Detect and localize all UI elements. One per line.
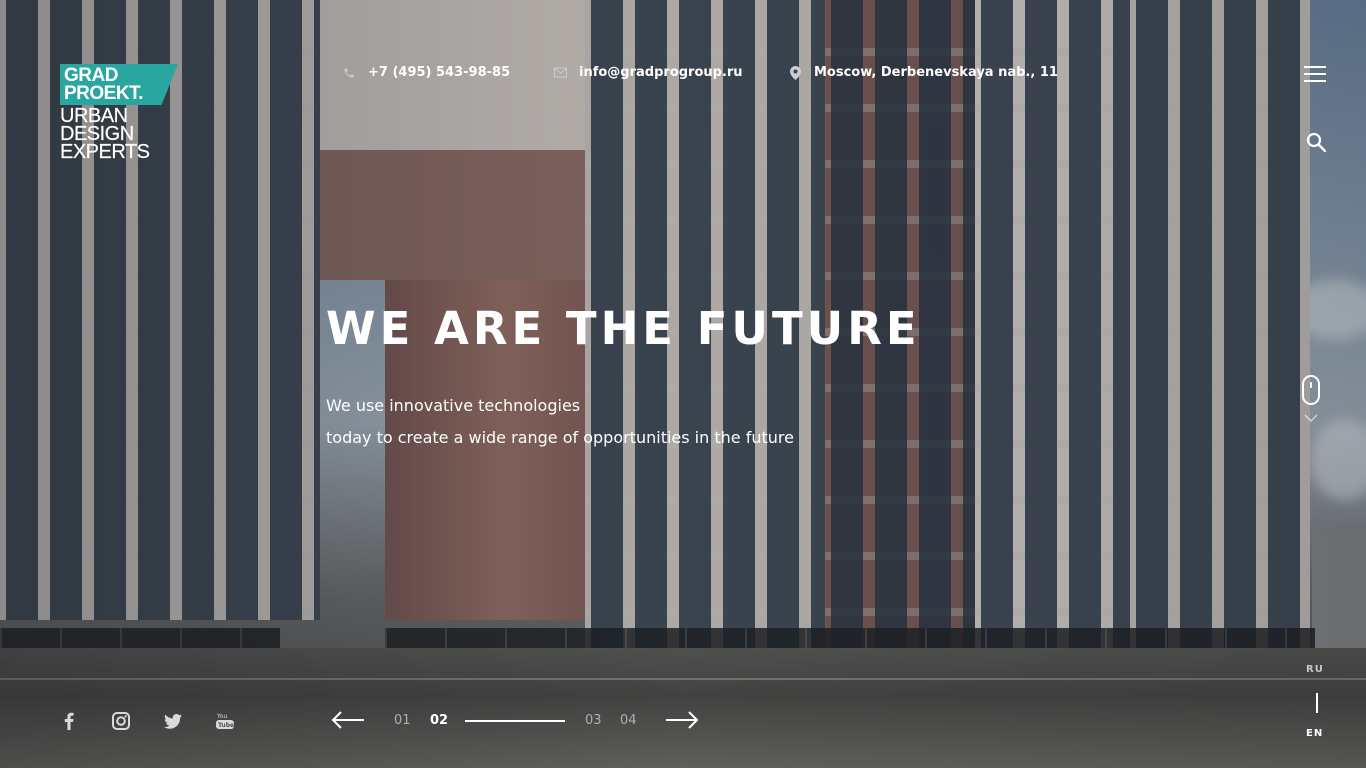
email-text: info@gradprogroup.ru	[579, 65, 743, 80]
address-contact[interactable]: Moscow, Derbenevskaya nab., 11	[788, 65, 1058, 80]
chevron-down-icon	[1304, 414, 1318, 423]
scroll-down-indicator[interactable]	[1302, 375, 1322, 435]
phone-icon	[342, 66, 356, 80]
instagram-icon[interactable]	[111, 711, 131, 731]
slide-3[interactable]: 03	[585, 713, 602, 728]
logo-tagline: URBAN DESIGN EXPERTS	[60, 106, 178, 163]
phone-contact[interactable]: +7 (495) 543-98-85	[342, 65, 510, 80]
location-pin-icon	[788, 65, 802, 80]
twitter-icon[interactable]	[163, 711, 183, 731]
slide-4[interactable]: 04	[620, 713, 637, 728]
svg-text:You: You	[216, 713, 228, 720]
mail-icon	[553, 66, 567, 80]
arrow-right-icon[interactable]	[665, 710, 699, 730]
logo-mark: GRAD PROEKT.	[60, 64, 178, 105]
slide-progress-bar	[465, 720, 565, 722]
language-divider	[1316, 693, 1318, 713]
hero-description: We use innovative technologies today to …	[326, 390, 794, 454]
search-icon[interactable]	[1306, 132, 1327, 153]
tagline-line3: EXPERTS	[60, 141, 150, 163]
facebook-icon[interactable]	[62, 711, 76, 731]
hero-title: WE ARE THE FUTURE	[326, 302, 921, 355]
language-ru[interactable]: RU	[1306, 664, 1324, 675]
slide-1[interactable]: 01	[394, 713, 411, 728]
slide-2[interactable]: 02	[430, 713, 448, 728]
address-text: Moscow, Derbenevskaya nab., 11	[814, 65, 1058, 80]
hero-text-line1: We use innovative technologies	[326, 396, 581, 415]
hero-text-line2: today to create a wide range of opportun…	[326, 428, 794, 447]
arrow-left-icon[interactable]	[331, 710, 365, 730]
phone-text: +7 (495) 543-98-85	[368, 65, 511, 80]
svg-text:Tube: Tube	[218, 722, 234, 729]
youtube-icon[interactable]: You Tube	[214, 711, 236, 731]
email-contact[interactable]: info@gradprogroup.ru	[553, 65, 743, 80]
mouse-scroll-icon	[1302, 375, 1320, 405]
site-logo[interactable]: GRAD PROEKT. URBAN DESIGN EXPERTS	[60, 64, 178, 163]
hamburger-menu-icon[interactable]	[1304, 66, 1326, 82]
logo-line2: PROEKT.	[64, 83, 143, 104]
hero-background-image	[0, 0, 1366, 768]
language-en[interactable]: EN	[1306, 728, 1323, 739]
